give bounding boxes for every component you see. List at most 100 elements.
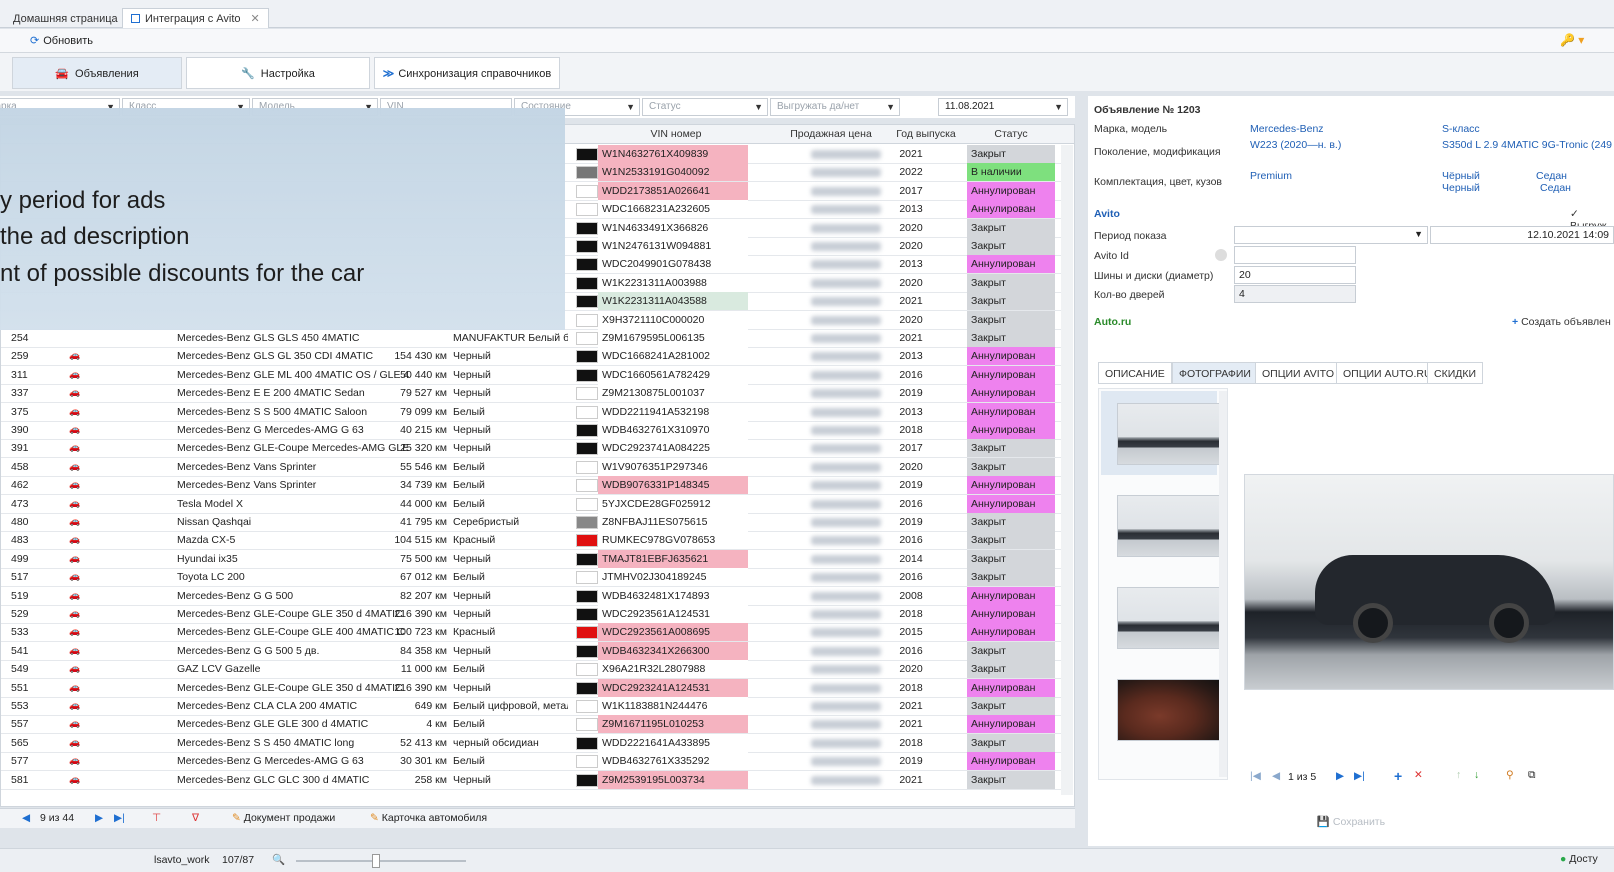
close-tab-icon[interactable]: ✕ <box>251 13 260 25</box>
key-icon[interactable]: 🔑 ▾ <box>1560 33 1584 47</box>
body-value-1[interactable]: Седан <box>1536 170 1567 182</box>
table-row[interactable]: 577🚗✓Mercedes-Benz G Mercedes-AMG G 6330… <box>1 752 1061 772</box>
tab-photos[interactable]: ФОТОГРАФИИ <box>1172 362 1258 384</box>
tab-avito-integration[interactable]: Интеграция с Avito ✕ <box>122 8 269 28</box>
vin-cell: 5YJXCDE28GF025912 <box>598 494 748 513</box>
table-row[interactable]: 565🚗✓Mercedes-Benz S S 450 4MATIC long52… <box>1 733 1061 753</box>
main-car-photo[interactable] <box>1244 474 1614 690</box>
table-row[interactable]: 541🚗✓Mercedes-Benz G G 500 5 дв.84 358 к… <box>1 641 1061 661</box>
car-card-button[interactable]: ✎ Карточка автомобиля <box>370 812 487 824</box>
table-row[interactable]: 529🚗✓Mercedes-Benz GLE-Coupe GLE 350 d 4… <box>1 605 1061 624</box>
year-cell: 2020 <box>899 663 923 676</box>
caption-overlay: y period for ads the ad description nt o… <box>0 108 565 330</box>
vin-column-header[interactable]: VIN номер <box>601 128 751 140</box>
vin-cell: JTMHV02J304189245 <box>598 568 748 587</box>
photo-thumbnail-4[interactable] <box>1117 679 1223 741</box>
table-row[interactable]: 254✓Mercedes-Benz GLS GLS 450 4MATICMANU… <box>1 329 1061 348</box>
table-row[interactable]: 462🚗✓✓Mercedes-Benz Vans Sprinter34 739 … <box>1 476 1061 496</box>
table-row[interactable]: 551🚗✓Mercedes-Benz GLE-Coupe GLE 350 d 4… <box>1 678 1061 698</box>
table-row[interactable]: 549🚗✓GAZ LCV Gazelle11 000 кмБелыйX96A21… <box>1 660 1061 680</box>
sale-document-button[interactable]: ✎ Документ продажи <box>232 812 335 824</box>
table-row[interactable]: 375 🚗 Mercedes-Benz S S 500 4MATIC Saloon 7… <box>1 402 1061 422</box>
grid-scrollbar[interactable] <box>1061 145 1073 795</box>
period-select[interactable]: ▼ <box>1234 226 1428 244</box>
color-value-2[interactable]: Черный <box>1442 182 1480 194</box>
prev-photo-icon[interactable]: ◀ <box>1272 770 1280 782</box>
table-row[interactable]: 458 🚗 Mercedes-Benz Vans Sprinter 55 546 км… <box>1 457 1061 477</box>
table-row[interactable]: 553🚗✓Mercedes-Benz CLA CLA 200 4MATIC649… <box>1 697 1061 716</box>
prev-page-icon[interactable]: ◀ <box>22 812 30 824</box>
create-ad-label: Создать объявлен <box>1521 316 1611 328</box>
table-row[interactable]: 517🚗✓Toyota LC 20067 012 кмБелыйJTMHV02J… <box>1 568 1061 588</box>
remove-photo-icon[interactable]: ✕ <box>1414 769 1423 781</box>
move-down-icon[interactable]: ↓ <box>1474 769 1479 781</box>
vin-cell: WDC2923561A124531 <box>598 605 748 623</box>
table-row[interactable]: 391🚗✓Mercedes-Benz GLE-Coupe Mercedes-AM… <box>1 439 1061 459</box>
year-cell: 2016 <box>899 368 923 381</box>
tab-sync[interactable]: ≫ Синхронизация справочников <box>374 57 560 89</box>
price-column-header[interactable]: Продажная цена <box>771 128 891 140</box>
table-row[interactable]: 581🚗✓Mercedes-Benz GLC GLC 300 d 4MATIC2… <box>1 770 1061 790</box>
year-column-header[interactable]: Год выпуска <box>886 128 966 140</box>
price-cell-blurred <box>811 462 881 472</box>
export-filter[interactable]: Выгружать да/нет ▼ <box>770 98 900 116</box>
open-external-icon[interactable]: ⧉ <box>1528 769 1536 782</box>
table-row[interactable]: 473🚗✓Tesla Model X44 000 кмБелый5YJXCDE2… <box>1 494 1061 514</box>
avito-id-input[interactable] <box>1234 246 1356 264</box>
photo-thumbnail-3[interactable] <box>1117 587 1223 649</box>
date-filter[interactable]: 11.08.2021 ▼ <box>938 98 1068 116</box>
photo-thumbnail-1[interactable] <box>1117 403 1223 465</box>
modification-value[interactable]: S350d L 2.9 4MATIC 9G-Tronic (249 л. <box>1442 139 1614 151</box>
table-row[interactable]: 483🚗✓Mazda CX-5104 515 кмКрасныйRUMKEC97… <box>1 531 1061 551</box>
tab-ads[interactable]: 🚘 Объявления <box>12 57 182 89</box>
refresh-button[interactable]: ⟳ Обновить <box>30 34 93 47</box>
brand-value[interactable]: Mercedes-Benz <box>1250 123 1324 135</box>
tab-home[interactable]: Домашняя страница <box>4 8 127 28</box>
add-photo-icon[interactable]: + <box>1394 768 1402 784</box>
photo-thumbnail-2[interactable] <box>1117 495 1223 557</box>
zoom-icon[interactable]: ⚲ <box>1506 769 1514 781</box>
body-value-2[interactable]: Седан <box>1540 182 1571 194</box>
tab-settings[interactable]: 🔧 Настройка <box>186 57 370 89</box>
next-photo-icon[interactable]: ▶ <box>1336 770 1344 782</box>
tires-input[interactable]: 20 <box>1234 266 1356 284</box>
zoom-slider[interactable] <box>296 854 466 868</box>
table-row[interactable]: 533🚗✓Mercedes-Benz GLE-Coupe GLE 400 4MA… <box>1 623 1061 643</box>
year-cell: 2017 <box>899 184 923 197</box>
last-photo-icon[interactable]: ▶| <box>1354 770 1365 782</box>
last-page-icon[interactable]: ▶| <box>114 812 125 824</box>
info-icon[interactable] <box>1215 249 1227 261</box>
equipment-value[interactable]: Premium <box>1250 170 1292 182</box>
filter-clear-icon[interactable]: ∇ <box>192 812 199 824</box>
status-column-header[interactable]: Статус <box>971 128 1051 140</box>
tab-discounts[interactable]: СКИДКИ <box>1427 362 1484 384</box>
table-row[interactable]: 259🚗✓✓Mercedes-Benz GLS GL 350 CDI 4MATI… <box>1 347 1061 367</box>
zoom-slider-thumb[interactable] <box>372 854 380 868</box>
generation-value[interactable]: W223 (2020—н. в.) <box>1250 139 1341 151</box>
save-button[interactable]: 💾 Сохранить <box>1088 810 1614 834</box>
table-row[interactable]: 480🚗✓Nissan Qashqai41 795 кмСеребристыйZ… <box>1 513 1061 532</box>
create-ad-button[interactable]: + Создать объявлен <box>1512 316 1611 328</box>
doors-input[interactable]: 4 <box>1234 285 1356 303</box>
model-value[interactable]: S-класс <box>1442 123 1480 135</box>
delete-row-icon[interactable]: ⊤ <box>152 812 161 824</box>
next-page-icon[interactable]: ▶ <box>95 812 103 824</box>
period-date-input[interactable]: 12.10.2021 14:09 <box>1430 226 1614 244</box>
status-filter[interactable]: Статус ▼ <box>642 98 768 116</box>
price-cell-blurred <box>811 610 881 619</box>
thumbnail-scrollbar[interactable] <box>1219 391 1227 777</box>
table-row[interactable]: 337 🚗 Mercedes-Benz E E 200 4MATIC Sedan 79… <box>1 384 1061 404</box>
table-row[interactable]: 390 🚗 Mercedes-Benz G Mercedes-AMG G 63 40 … <box>1 421 1061 440</box>
zoom-out-icon[interactable]: 🔍 <box>272 853 285 866</box>
tab-avito-options[interactable]: ОПЦИИ AVITO <box>1255 362 1342 384</box>
first-photo-icon[interactable]: |◀ <box>1250 770 1261 782</box>
table-row[interactable]: 499🚗✓Hyundai ix3575 500 кмЧерныйTMAJT81E… <box>1 549 1061 569</box>
table-row[interactable]: 557🚗✓Mercedes-Benz GLE GLE 300 d 4MATIC4… <box>1 715 1061 735</box>
table-row[interactable]: 311 🚗 Mercedes-Benz GLE ML 400 4MATIC OS /… <box>1 365 1061 385</box>
table-row[interactable]: 519🚗✓Mercedes-Benz G G 50082 207 кмЧерны… <box>1 586 1061 606</box>
color-value-1[interactable]: Чёрный <box>1442 170 1480 182</box>
move-up-icon[interactable]: ↑ <box>1456 769 1461 781</box>
tab-autoru-options[interactable]: ОПЦИИ AUTO.RU <box>1336 362 1439 384</box>
vin-cell: X9H3721110C000020 <box>598 310 748 329</box>
tab-description[interactable]: ОПИСАНИЕ <box>1098 362 1172 384</box>
